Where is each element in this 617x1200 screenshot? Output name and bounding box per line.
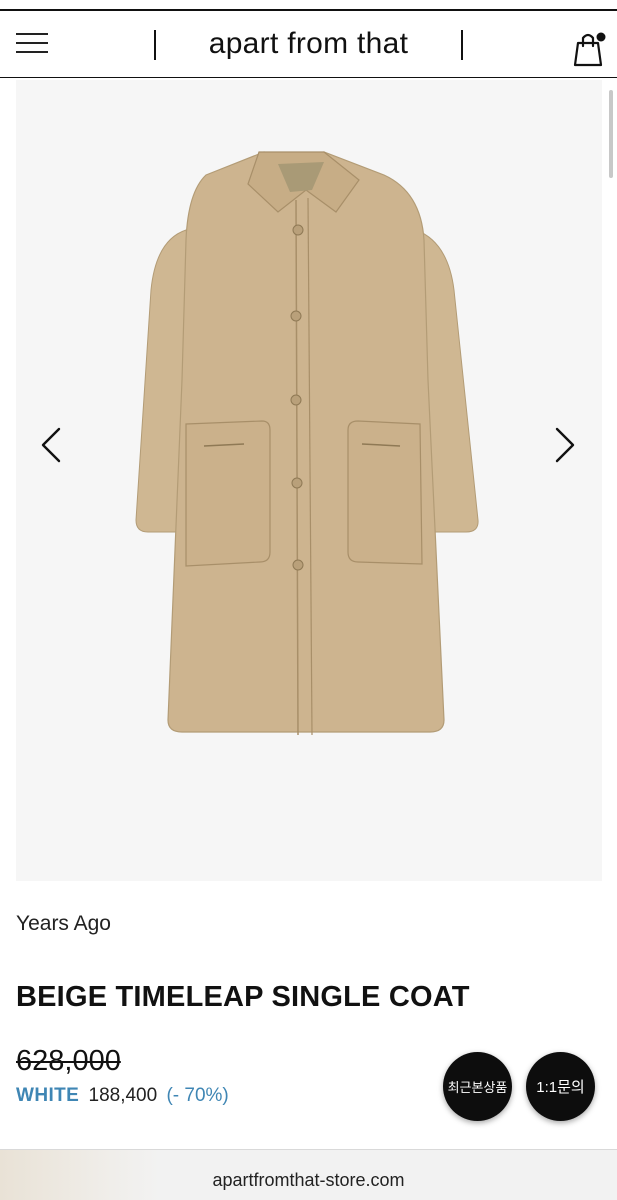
shopping-bag-icon[interactable] — [572, 29, 608, 69]
product-image — [135, 151, 479, 736]
site-url[interactable]: apartfromthat-store.com — [0, 1170, 617, 1191]
product-title: BEIGE TIMELEAP SINGLE COAT — [16, 981, 470, 1013]
recently-viewed-button[interactable]: 최근본상품 — [443, 1052, 512, 1121]
discount-rate: (- 70%) — [166, 1085, 229, 1106]
inquiry-button[interactable]: 1:1문의 — [526, 1052, 595, 1121]
gallery-prev-button[interactable] — [32, 425, 72, 465]
brand-logo[interactable]: apart from that — [156, 27, 461, 61]
hamburger-menu-icon[interactable] — [16, 33, 48, 55]
product-image-gallery[interactable] — [16, 80, 602, 881]
chevron-left-icon — [41, 427, 61, 463]
site-header: apart from that — [0, 11, 617, 78]
sale-price-line: WHITE 188,400 (- 70%) — [16, 1085, 229, 1107]
header-divider-right — [461, 30, 463, 60]
original-price: 628,000 — [16, 1045, 121, 1077]
gallery-next-button[interactable] — [544, 425, 584, 465]
sale-price: 188,400 — [88, 1085, 158, 1106]
product-brand[interactable]: Years Ago — [16, 912, 111, 936]
chevron-right-icon — [555, 427, 575, 463]
bag-notification-dot — [596, 32, 606, 42]
member-grade-label: WHITE — [16, 1085, 80, 1106]
browser-url-bar: apartfromthat-store.com — [0, 1149, 617, 1200]
page-scrollbar[interactable] — [609, 90, 613, 178]
